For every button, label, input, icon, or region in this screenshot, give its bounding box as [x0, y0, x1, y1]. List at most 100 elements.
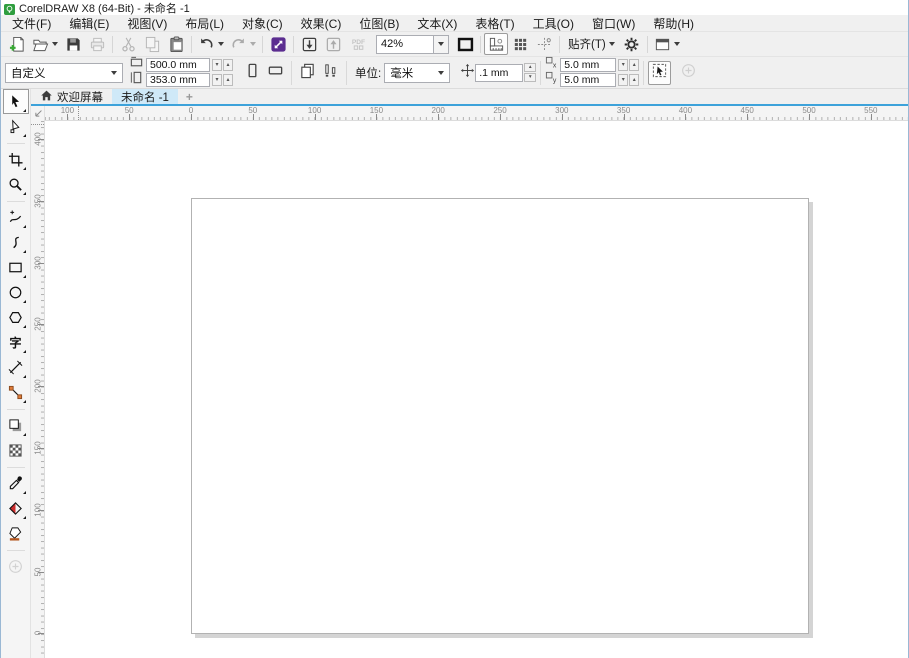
coreldraw-app-icon — [4, 2, 15, 13]
page-width-decrement[interactable]: ▾ — [212, 59, 222, 71]
divider — [1, 139, 30, 147]
shape-tool[interactable] — [3, 114, 29, 139]
property-bar: 自定义 500.0 mm ▾▴ 353.0 mm ▾▴ 单位: 毫米 — [1, 57, 908, 89]
v-ruler-major-tick — [38, 510, 44, 511]
open-button[interactable] — [29, 33, 61, 55]
duplicate-y-increment[interactable]: ▴ — [629, 74, 639, 86]
ruler-origin-button[interactable] — [31, 106, 45, 121]
menu-item-8[interactable]: 文本(X) — [408, 15, 466, 31]
show-rulers-icon — [488, 36, 505, 53]
snap-to-dropdown[interactable]: 贴齐(T) — [563, 33, 620, 55]
save-button[interactable] — [61, 33, 85, 55]
chevron-down-icon — [250, 42, 256, 46]
v-ruler-major-tick — [38, 324, 44, 325]
h-ruler-major-tick — [376, 114, 377, 120]
zoom-level-dropdown-button[interactable] — [434, 35, 449, 54]
all-pages-button[interactable] — [296, 61, 319, 85]
menu-item-1[interactable]: 文件(F) — [3, 15, 60, 31]
ruler-row: 10050050100150200250300350400450500550 — [31, 106, 908, 121]
interactive-fill-tool[interactable] — [3, 496, 29, 521]
show-guidelines-button[interactable] — [532, 33, 556, 55]
horizontal-ruler[interactable]: 10050050100150200250300350400450500550 — [45, 106, 908, 121]
new-document-button[interactable] — [5, 33, 29, 55]
h-ruler-major-tick — [624, 114, 625, 120]
nudge-decrement[interactable]: ▾ — [524, 73, 536, 82]
options-button[interactable] — [620, 33, 644, 55]
tab-welcome-screen[interactable]: 欢迎屏幕 — [31, 89, 112, 104]
rectangle-tool[interactable] — [3, 255, 29, 280]
page-width-increment[interactable]: ▴ — [223, 59, 233, 71]
menu-item-4[interactable]: 布局(L) — [176, 15, 233, 31]
zoom-level-combo[interactable]: 42% — [376, 35, 449, 54]
pick-tool[interactable] — [3, 89, 29, 114]
shape-icon — [8, 119, 23, 134]
current-page-button[interactable] — [319, 61, 342, 85]
import-button[interactable] — [297, 33, 321, 55]
v-ruler-major-tick — [38, 386, 44, 387]
curve-tool[interactable] — [3, 230, 29, 255]
search-content-button[interactable] — [266, 33, 290, 55]
duplicate-y-decrement[interactable]: ▾ — [618, 74, 628, 86]
chevron-down-icon — [438, 42, 444, 46]
transparency-icon — [8, 443, 23, 458]
menu-item-3[interactable]: 视图(V) — [118, 15, 176, 31]
page-width-field[interactable]: 500.0 mm — [146, 58, 210, 72]
zoom-level-value[interactable]: 42% — [376, 35, 434, 54]
menu-item-9[interactable]: 表格(T) — [466, 15, 523, 31]
text-icon: 字 — [8, 335, 23, 350]
smart-fill-tool[interactable] — [3, 521, 29, 546]
new-document-tab-button[interactable]: + — [178, 89, 201, 104]
full-screen-preview-button[interactable] — [453, 33, 477, 55]
menu-item-12[interactable]: 帮助(H) — [644, 15, 703, 31]
color-eyedropper-tool[interactable] — [3, 471, 29, 496]
landscape-button[interactable] — [264, 61, 287, 85]
transparency-tool[interactable] — [3, 438, 29, 463]
divider — [346, 61, 347, 85]
ellipse-tool[interactable] — [3, 280, 29, 305]
menu-item-11[interactable]: 窗口(W) — [583, 15, 644, 31]
app-launcher-icon — [654, 36, 671, 53]
paste-button[interactable] — [164, 33, 188, 55]
units-combo[interactable]: 毫米 — [384, 63, 450, 83]
menu-item-5[interactable]: 对象(C) — [233, 15, 292, 31]
nudge-field[interactable]: .1 mm — [475, 64, 523, 82]
duplicate-x-increment[interactable]: ▴ — [629, 59, 639, 71]
duplicate-x-decrement[interactable]: ▾ — [618, 59, 628, 71]
page-height-increment[interactable]: ▴ — [223, 74, 233, 86]
menu-item-10[interactable]: 工具(O) — [524, 15, 583, 31]
divider — [647, 36, 648, 53]
treat-as-filled-button[interactable] — [648, 61, 671, 85]
app-launcher-button[interactable] — [651, 33, 683, 55]
svg-text:字: 字 — [9, 335, 21, 350]
page-height-decrement[interactable]: ▾ — [212, 74, 222, 86]
polygon-tool[interactable] — [3, 305, 29, 330]
page-size-preset-combo[interactable]: 自定义 — [5, 63, 123, 83]
portrait-button[interactable] — [241, 61, 264, 85]
freehand-icon — [8, 210, 23, 225]
menu-item-6[interactable]: 效果(C) — [292, 15, 351, 31]
connector-tool[interactable] — [3, 380, 29, 405]
menu-item-7[interactable]: 位图(B) — [350, 15, 408, 31]
copy-icon — [144, 36, 161, 53]
duplicate-y-field[interactable]: 5.0 mm — [560, 73, 616, 87]
dimension-tool[interactable] — [3, 355, 29, 380]
duplicate-x-field[interactable]: 5.0 mm — [560, 58, 616, 72]
interactive-fill-icon — [8, 501, 23, 516]
zoom-tool[interactable] — [3, 172, 29, 197]
show-grid-button[interactable] — [508, 33, 532, 55]
undo-button[interactable] — [195, 33, 227, 55]
menu-item-2[interactable]: 编辑(E) — [60, 15, 118, 31]
nudge-increment[interactable]: ▴ — [524, 63, 536, 72]
crop-tool[interactable] — [3, 147, 29, 172]
ruler-ticks — [45, 117, 908, 120]
text-tool[interactable]: 字 — [3, 330, 29, 355]
redo-button — [227, 33, 259, 55]
tab-document[interactable]: 未命名 -1 — [112, 89, 178, 104]
drawing-canvas[interactable] — [45, 121, 908, 658]
page-height-field[interactable]: 353.0 mm — [146, 73, 210, 87]
page-size-preset-value: 自定义 — [11, 65, 46, 81]
drop-shadow-tool[interactable] — [3, 413, 29, 438]
show-rulers-button[interactable] — [484, 33, 508, 55]
freehand-tool[interactable] — [3, 205, 29, 230]
vertical-ruler[interactable]: 400350300250200150100500 — [31, 121, 45, 658]
